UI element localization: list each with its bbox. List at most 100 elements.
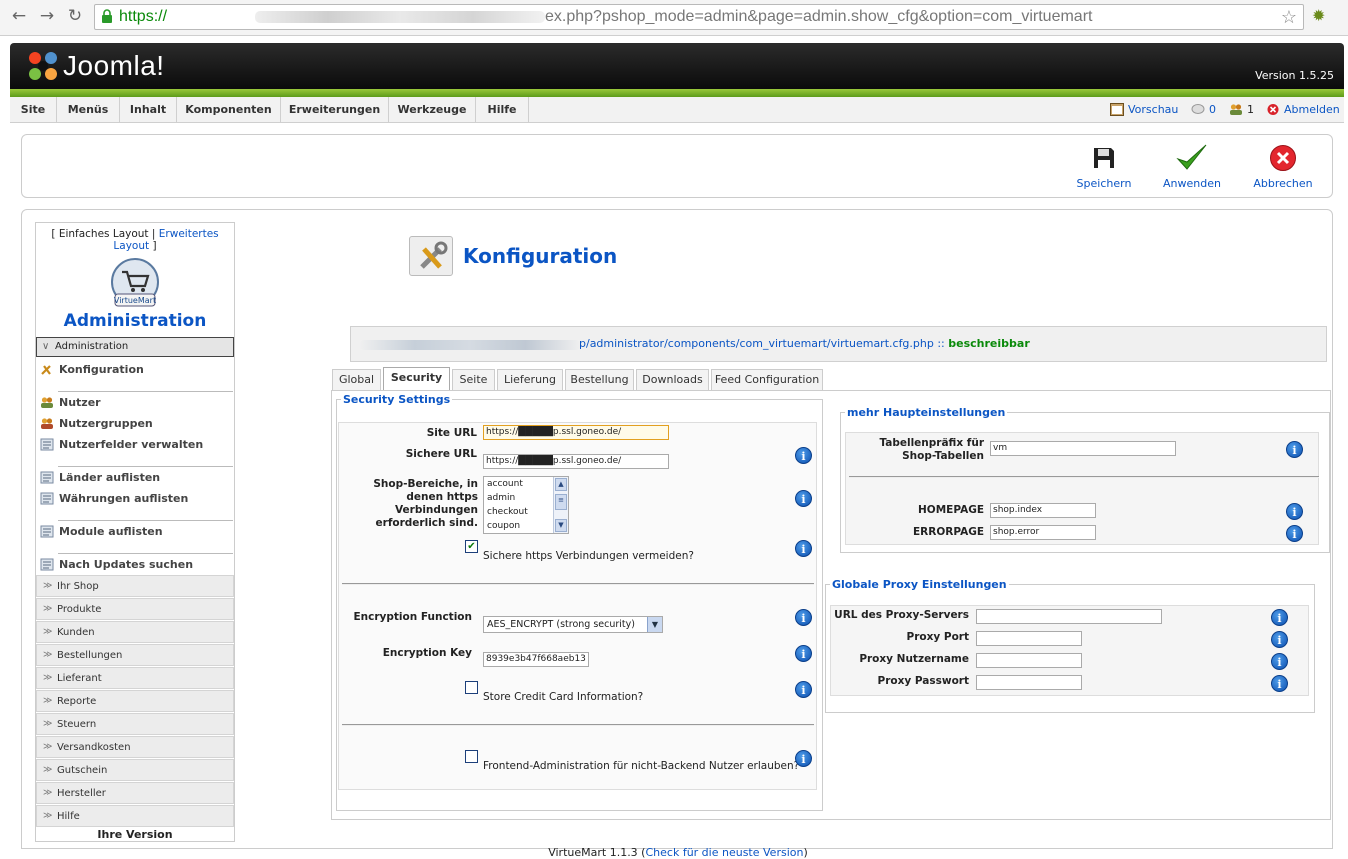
menu-extensions[interactable]: Erweiterungen (281, 97, 389, 123)
frontend-admin-checkbox[interactable] (465, 750, 478, 763)
security-settings-legend: Security Settings (343, 393, 451, 406)
extension-icon[interactable]: ✹ (1312, 6, 1325, 25)
back-icon[interactable]: ← (8, 6, 30, 26)
cancel-label: Abbrechen (1253, 177, 1313, 190)
sidebar-item-nutzerfelder[interactable]: Nutzerfelder verwalten (36, 434, 234, 455)
reload-icon[interactable]: ↻ (64, 6, 86, 26)
info-icon[interactable]: i (795, 750, 812, 767)
save-button[interactable]: Speichern (1064, 143, 1144, 190)
configuration-tools-icon (409, 236, 453, 276)
avoid-https-checkbox[interactable]: ✔ (465, 540, 478, 553)
preview-link[interactable]: Vorschau (1110, 103, 1178, 116)
info-icon[interactable]: i (795, 540, 812, 557)
info-icon[interactable]: i (1271, 631, 1288, 648)
sidebar-section-reporte[interactable]: Reporte (36, 690, 234, 712)
check-version-link[interactable]: Check für die neuste Version (645, 846, 803, 859)
store-cc-checkbox[interactable] (465, 681, 478, 694)
sidebar-item-updates[interactable]: Nach Updates suchen (36, 554, 234, 575)
scroll-thumb[interactable]: ≡ (555, 494, 567, 510)
menu-menus[interactable]: Menüs (57, 97, 120, 123)
sidebar-item-nutzer[interactable]: Nutzer (36, 392, 234, 413)
chevron-down-icon[interactable]: ▼ (647, 617, 662, 632)
joomla-version: Version 1.5.25 (1255, 69, 1334, 82)
info-icon[interactable]: i (795, 490, 812, 507)
proxy-port-input[interactable] (976, 631, 1082, 646)
address-bar[interactable]: https:// ex.php?pshop_mode=admin&page=ad… (94, 4, 1304, 30)
sidebar-item-module[interactable]: Module auflisten (36, 521, 234, 542)
logout-link[interactable]: Abmelden (1266, 103, 1340, 116)
sidebar-item-konfiguration[interactable]: Konfiguration (36, 359, 234, 380)
sidebar-section-hilfe[interactable]: Hilfe (36, 805, 234, 827)
sidebar-section-produkte[interactable]: Produkte (36, 598, 234, 620)
list-icon (40, 492, 54, 505)
info-icon[interactable]: i (1286, 503, 1303, 520)
tab-lieferung[interactable]: Lieferung (497, 369, 563, 390)
info-icon[interactable]: i (795, 645, 812, 662)
sidebar-section-administration[interactable]: Administration (36, 337, 234, 357)
sidebar-section-lieferant[interactable]: Lieferant (36, 667, 234, 689)
users-count: 1 (1247, 103, 1254, 116)
tab-seite[interactable]: Seite (452, 369, 495, 390)
menu-help[interactable]: Hilfe (476, 97, 529, 123)
store-cc-label: Store Credit Card Information? (483, 691, 644, 703)
proxy-user-input[interactable] (976, 653, 1082, 668)
errorpage-input[interactable]: shop.error (990, 525, 1096, 540)
forward-icon[interactable]: → (36, 6, 58, 26)
tab-feed-configuration[interactable]: Feed Configuration (711, 369, 823, 390)
sidebar-section-steuern[interactable]: Steuern (36, 713, 234, 735)
table-prefix-input[interactable]: vm (990, 441, 1176, 456)
sidebar-item-waehrungen[interactable]: Währungen auflisten (36, 488, 234, 509)
info-icon[interactable]: i (795, 609, 812, 626)
encryption-key-input[interactable]: 8939e3b47f668aeb13 (483, 652, 589, 667)
info-icon[interactable]: i (1271, 653, 1288, 670)
virtuemart-logo: VirtueMart (109, 258, 161, 310)
messages-link[interactable]: 0 (1191, 103, 1216, 116)
info-icon[interactable]: i (1286, 525, 1303, 542)
info-icon[interactable]: i (1286, 441, 1303, 458)
cancel-button[interactable]: Abbrechen (1243, 143, 1323, 190)
https-areas-label: Shop-Bereiche, in denen https Verbindung… (373, 478, 478, 529)
proxy-url-input[interactable] (976, 609, 1162, 624)
sidebar-section-versandkosten[interactable]: Versandkosten (36, 736, 234, 758)
https-areas-listbox[interactable]: account admin checkout coupon ▲ ≡ ▼ (483, 476, 569, 534)
tab-global[interactable]: Global (332, 369, 381, 390)
messages-count: 0 (1209, 103, 1216, 116)
scroll-up-icon[interactable]: ▲ (555, 478, 567, 491)
sidebar-item-nutzergruppen[interactable]: Nutzergruppen (36, 413, 234, 434)
sidebar-item-laender[interactable]: Länder auflisten (36, 467, 234, 488)
scroll-down-icon[interactable]: ▼ (555, 519, 567, 532)
sidebar-section-gutschein[interactable]: Gutschein (36, 759, 234, 781)
sidebar-item-label: Module auflisten (59, 525, 163, 538)
sidebar-item-label: Nach Updates suchen (59, 558, 194, 571)
errorpage-label: ERRORPAGE (912, 526, 984, 538)
menu-components[interactable]: Komponenten (177, 97, 281, 123)
menu-tools[interactable]: Werkzeuge (389, 97, 476, 123)
sidebar-section-bestellungen[interactable]: Bestellungen (36, 644, 234, 666)
info-icon[interactable]: i (1271, 675, 1288, 692)
info-icon[interactable]: i (1271, 609, 1288, 626)
sidebar-item-label: Nutzergruppen (59, 417, 153, 430)
footer-version: VirtueMart 1.1.3 ( (548, 846, 646, 859)
tab-downloads[interactable]: Downloads (636, 369, 709, 390)
menu-site[interactable]: Site (10, 97, 57, 123)
proxy-password-input[interactable] (976, 675, 1082, 690)
menu-content[interactable]: Inhalt (120, 97, 177, 123)
listbox-scrollbar[interactable]: ▲ ≡ ▼ (553, 477, 568, 533)
secure-url-input[interactable]: https://█████p.ssl.goneo.de/ (483, 454, 669, 469)
encryption-key-label: Encryption Key (382, 647, 472, 659)
bookmark-star-icon[interactable]: ☆ (1281, 5, 1297, 29)
site-url-input[interactable]: https://█████p.ssl.goneo.de/ (483, 425, 669, 440)
sidebar-section-kunden[interactable]: Kunden (36, 621, 234, 643)
tab-bestellung[interactable]: Bestellung (565, 369, 634, 390)
info-icon[interactable]: i (795, 681, 812, 698)
sidebar-section-ihr-shop[interactable]: Ihr Shop (36, 575, 234, 597)
apply-button[interactable]: Anwenden (1152, 143, 1232, 190)
sidebar-section-hersteller[interactable]: Hersteller (36, 782, 234, 804)
tab-security[interactable]: Security (383, 367, 450, 390)
homepage-input[interactable]: shop.index (990, 503, 1096, 518)
info-icon[interactable]: i (795, 447, 812, 464)
sidebar-item-label: Währungen auflisten (59, 492, 189, 505)
apply-label: Anwenden (1163, 177, 1221, 190)
users-online[interactable]: 1 (1229, 103, 1254, 116)
encryption-function-select[interactable]: AES_ENCRYPT (strong security) ▼ (483, 616, 663, 633)
